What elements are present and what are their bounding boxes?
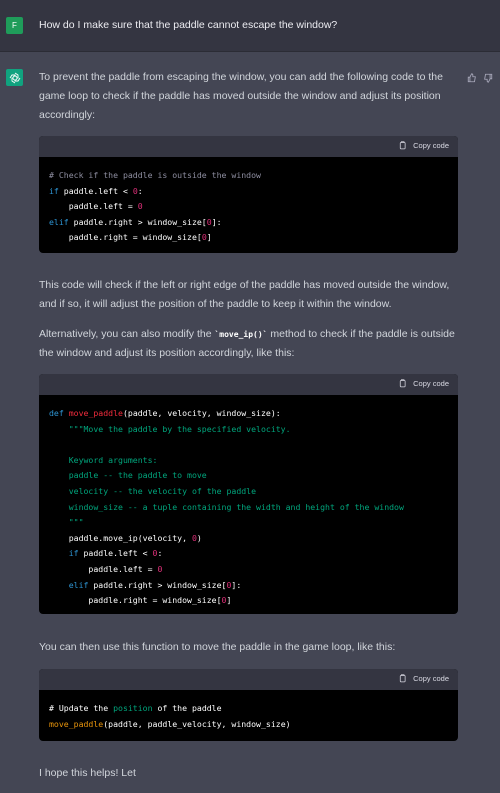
user-avatar: F	[6, 17, 23, 34]
code-block-header: Copy code	[39, 136, 458, 157]
inline-code: `move_ip()`	[214, 330, 268, 339]
assistant-avatar	[6, 69, 23, 86]
clipboard-icon	[400, 379, 406, 388]
assistant-paragraph-5: I hope this helps! Let	[39, 767, 136, 779]
assistant-paragraph-3: Alternatively, you can also modify the `…	[39, 328, 455, 359]
copy-code-label: Copy code	[413, 379, 449, 388]
assistant-paragraph-1: To prevent the paddle from escaping the …	[39, 71, 443, 121]
code-block-2: Copy code def move_paddle(paddle, veloci…	[39, 374, 458, 614]
copy-code-label: Copy code	[413, 674, 449, 683]
code-block-header: Copy code	[39, 669, 458, 690]
code-block-1: Copy code # Check if the paddle is outsi…	[39, 136, 458, 253]
assistant-paragraph-2: This code will check if the left or righ…	[39, 279, 450, 310]
assistant-paragraph-4: You can then use this function to move t…	[39, 641, 396, 653]
code-content: # Check if the paddle is outside the win…	[49, 170, 261, 243]
code-block-3: Copy code # Update the position of the p…	[39, 669, 458, 741]
openai-logo-icon	[9, 72, 20, 83]
copy-code-button[interactable]: Copy code	[398, 141, 449, 150]
copy-code-button[interactable]: Copy code	[398, 379, 449, 388]
code-content: # Update the position of the paddle move…	[49, 703, 291, 729]
user-message-row: F How do I make sure that the paddle can…	[0, 0, 500, 52]
code-content: def move_paddle(paddle, velocity, window…	[49, 408, 404, 606]
copy-code-button[interactable]: Copy code	[398, 674, 449, 683]
code-block-header: Copy code	[39, 374, 458, 395]
user-message-text: How do I make sure that the paddle canno…	[39, 19, 338, 31]
clipboard-icon	[400, 674, 406, 683]
copy-code-label: Copy code	[413, 141, 449, 150]
thumbs-up-icon[interactable]	[467, 70, 477, 88]
thumbs-down-icon[interactable]	[483, 70, 493, 88]
clipboard-icon	[400, 141, 406, 150]
